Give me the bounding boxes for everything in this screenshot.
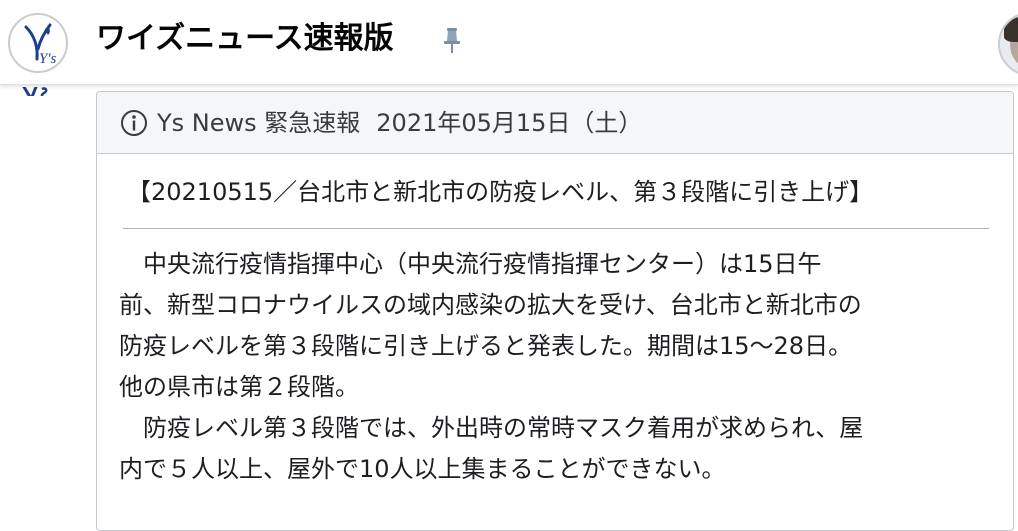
divider: [123, 228, 989, 229]
pin-icon: [436, 24, 468, 56]
post-title: Ys News 緊急速報 2021年05月15日（土）: [157, 106, 642, 140]
page-name[interactable]: ワイズニュース速報版: [96, 19, 394, 59]
logo-text: Y's: [39, 51, 57, 67]
body-line: 中央流行疫情指揮中心（中央流行疫情指揮センター）は15日午: [119, 250, 822, 278]
profile-avatar[interactable]: [998, 12, 1018, 76]
info-icon: [119, 108, 149, 138]
ys-logo-icon: Y's: [24, 23, 57, 67]
post-header: Ys News 緊急速報 2021年05月15日（土）: [97, 92, 1013, 154]
post-date: 2021年05月15日（土）: [376, 109, 643, 137]
news-post-card: Ys News 緊急速報 2021年05月15日（土） 【20210515／台北市…: [96, 91, 1014, 531]
avatar-hair: [1004, 16, 1018, 42]
body-line: 内で５人以上、屋外で10人以上集まることができない。: [119, 455, 726, 483]
page-logo[interactable]: Y's: [8, 13, 68, 73]
body-line: 防疫レベルを第３段階に引き上げると発表した。期間は15〜28日。: [119, 332, 853, 360]
post-headline: 【20210515／台北市と新北市の防疫レベル、第３段階に引き上げ】: [127, 178, 874, 206]
page-header: Y's ワイズニュース速報版: [0, 0, 1018, 85]
body-line: 防疫レベル第３段階では、外出時の常時マスク着用が求められ、屋: [119, 414, 864, 442]
body-line: 前、新型コロナウイルスの域内感染の拡大を受け、台北市と新北市の: [119, 291, 862, 319]
logo-peek: [20, 84, 70, 96]
post-body: 中央流行疫情指揮中心（中央流行疫情指揮センター）は15日午 前、新型コロナウイル…: [119, 244, 999, 490]
post-source: Ys News 緊急速報: [157, 109, 361, 137]
body-line: 他の県市は第２段階。: [119, 373, 359, 401]
